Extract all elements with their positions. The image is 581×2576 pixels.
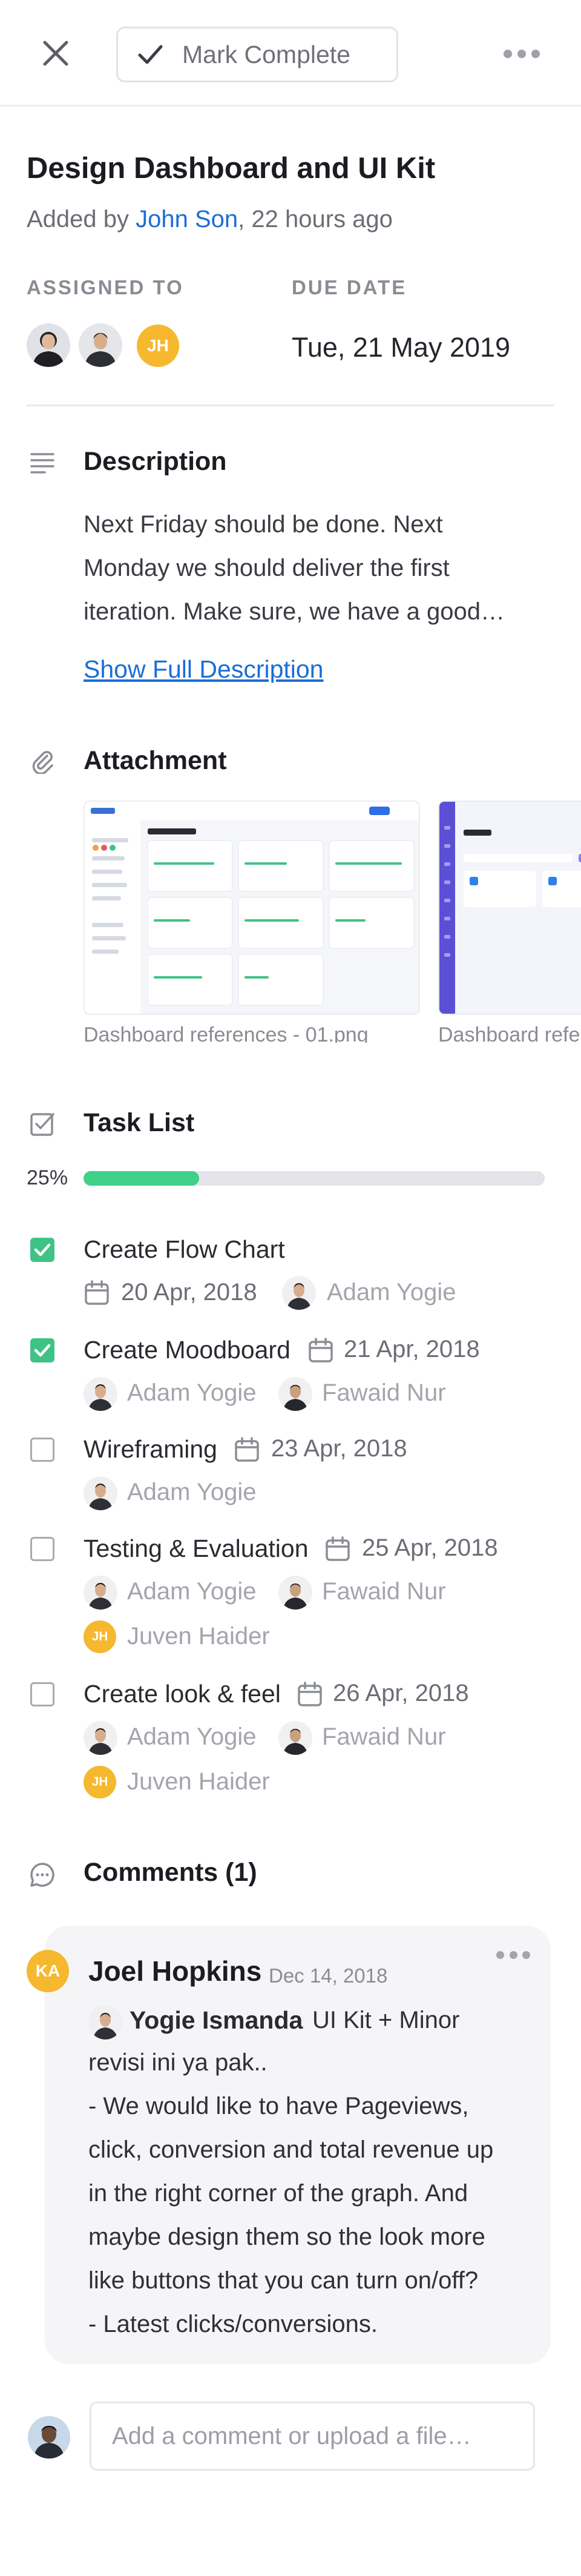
comment-text: maybe design them so the look more xyxy=(88,2224,485,2250)
task-checkbox-checked[interactable] xyxy=(30,1338,54,1362)
task-date: 25 Apr, 2018 xyxy=(362,1534,498,1561)
comment-author: Joel Hopkins xyxy=(88,1955,262,1987)
person-name: Fawaid Nur xyxy=(322,1723,446,1750)
person-avatar xyxy=(278,1721,312,1755)
task-title: Design Dashboard and UI Kit xyxy=(27,152,436,185)
due-date-label: DUE DATE xyxy=(292,276,407,299)
comments-title: Comments (1) xyxy=(84,1858,257,1887)
person-name: Adam Yogie xyxy=(327,1279,456,1306)
show-full-description-link[interactable]: Show Full Description xyxy=(84,655,324,684)
comment-input[interactable]: Add a comment or upload a file… xyxy=(90,2402,535,2471)
more-horizontal-icon[interactable] xyxy=(504,48,540,59)
person-name: Adam Yogie xyxy=(127,1479,257,1505)
mark-complete-label: Mark Complete xyxy=(182,40,350,68)
task-progress-fill xyxy=(84,1171,199,1186)
text-lines-icon xyxy=(29,449,56,476)
task-checkbox[interactable] xyxy=(30,1682,54,1706)
person-avatar xyxy=(282,1276,316,1310)
task-checkbox[interactable] xyxy=(30,1438,54,1462)
task-progress-percent: 25% xyxy=(27,1166,68,1189)
person-avatar-initials: JH xyxy=(84,1620,116,1653)
comment-text: like buttons that you can turn on/off? xyxy=(88,2267,479,2294)
person-name: Fawaid Nur xyxy=(322,1578,446,1605)
mark-complete-button[interactable]: Mark Complete xyxy=(116,27,398,82)
check-icon xyxy=(138,45,163,64)
added-by-user-link[interactable]: John Son xyxy=(136,206,238,233)
divider xyxy=(27,405,554,406)
due-date-value[interactable]: Tue, 21 May 2019 xyxy=(292,332,510,363)
task-checkbox[interactable] xyxy=(30,1537,54,1561)
description-text: Next Friday should be done. Next Monday … xyxy=(84,511,505,625)
person-name: Juven Haider xyxy=(127,1768,270,1795)
paperclip-icon xyxy=(29,747,56,775)
person-avatar xyxy=(84,1476,117,1510)
calendar-icon xyxy=(297,1681,323,1708)
comment-more-icon[interactable] xyxy=(496,1951,530,1960)
calendar-icon xyxy=(84,1280,110,1306)
comment-text: UI Kit + Minor xyxy=(312,2007,460,2033)
comment-text: revisi ini ya pak.. xyxy=(88,2049,268,2076)
comment-text: click, conversion and total revenue up xyxy=(88,2136,494,2163)
person-name: Adam Yogie xyxy=(127,1578,257,1605)
comment-text: in the right corner of the graph. And xyxy=(88,2180,468,2207)
task-name[interactable]: Create Flow Chart xyxy=(84,1235,285,1264)
assignee-avatar[interactable] xyxy=(27,323,70,367)
person-avatar xyxy=(84,1576,117,1610)
person-avatar xyxy=(84,1721,117,1755)
person-name: Adam Yogie xyxy=(127,1379,257,1406)
comment-icon xyxy=(29,1861,56,1888)
task-date: 26 Apr, 2018 xyxy=(333,1680,469,1706)
attachment-filename[interactable]: Dashboard references - 01.png xyxy=(84,1023,369,1043)
assigned-to-label: ASSIGNED TO xyxy=(27,276,184,299)
mention-avatar xyxy=(88,2006,122,2039)
person-name: Juven Haider xyxy=(127,1623,270,1650)
description-title: Description xyxy=(84,447,227,476)
comment-author-avatar: KA xyxy=(27,1950,69,1992)
attachment-list: Dashboard references - 01.png Dashboard … xyxy=(84,801,581,1043)
attachment-thumbnail[interactable] xyxy=(84,801,420,1015)
calendar-icon xyxy=(324,1536,351,1562)
task-name[interactable]: Wireframing xyxy=(84,1435,217,1464)
attachment-title: Attachment xyxy=(84,746,227,775)
task-date: 20 Apr, 2018 xyxy=(121,1279,257,1306)
task-name[interactable]: Create Moodboard xyxy=(84,1336,290,1364)
assignee-avatar-initials[interactable]: JH xyxy=(137,325,179,367)
person-avatar xyxy=(278,1576,312,1610)
person-avatar xyxy=(84,1377,117,1411)
person-name: Fawaid Nur xyxy=(322,1379,446,1406)
task-date: 21 Apr, 2018 xyxy=(344,1336,480,1362)
task-date: 23 Apr, 2018 xyxy=(271,1435,407,1462)
comment-text: - Latest clicks/conversions. xyxy=(88,2311,378,2337)
attachment-thumbnail[interactable] xyxy=(438,801,581,1015)
assignee-avatar[interactable] xyxy=(79,323,122,367)
attachment-filename[interactable]: Dashboard references - 02.png xyxy=(438,1023,581,1043)
task-name[interactable]: Create look & feel xyxy=(84,1680,281,1708)
task-progress-bar xyxy=(84,1171,545,1186)
current-user-avatar xyxy=(28,2416,70,2459)
comment-text: - We would like to have Pageviews, xyxy=(88,2093,469,2119)
task-checkbox-checked[interactable] xyxy=(30,1238,54,1262)
checklist-icon xyxy=(29,1111,56,1137)
comment-mention[interactable]: Yogie Ismanda xyxy=(130,2006,303,2035)
top-bar: Mark Complete xyxy=(0,0,581,107)
close-icon[interactable] xyxy=(39,36,73,70)
person-avatar xyxy=(278,1377,312,1411)
person-avatar-initials: JH xyxy=(84,1766,116,1798)
task-name[interactable]: Testing & Evaluation xyxy=(84,1534,309,1563)
calendar-icon xyxy=(307,1337,334,1364)
comment-date: Dec 14, 2018 xyxy=(269,1964,388,1987)
task-list-title: Task List xyxy=(84,1108,195,1137)
calendar-icon xyxy=(234,1436,260,1463)
person-name: Adam Yogie xyxy=(127,1723,257,1750)
added-by-text: Added by John Son, 22 hours ago xyxy=(27,206,393,233)
